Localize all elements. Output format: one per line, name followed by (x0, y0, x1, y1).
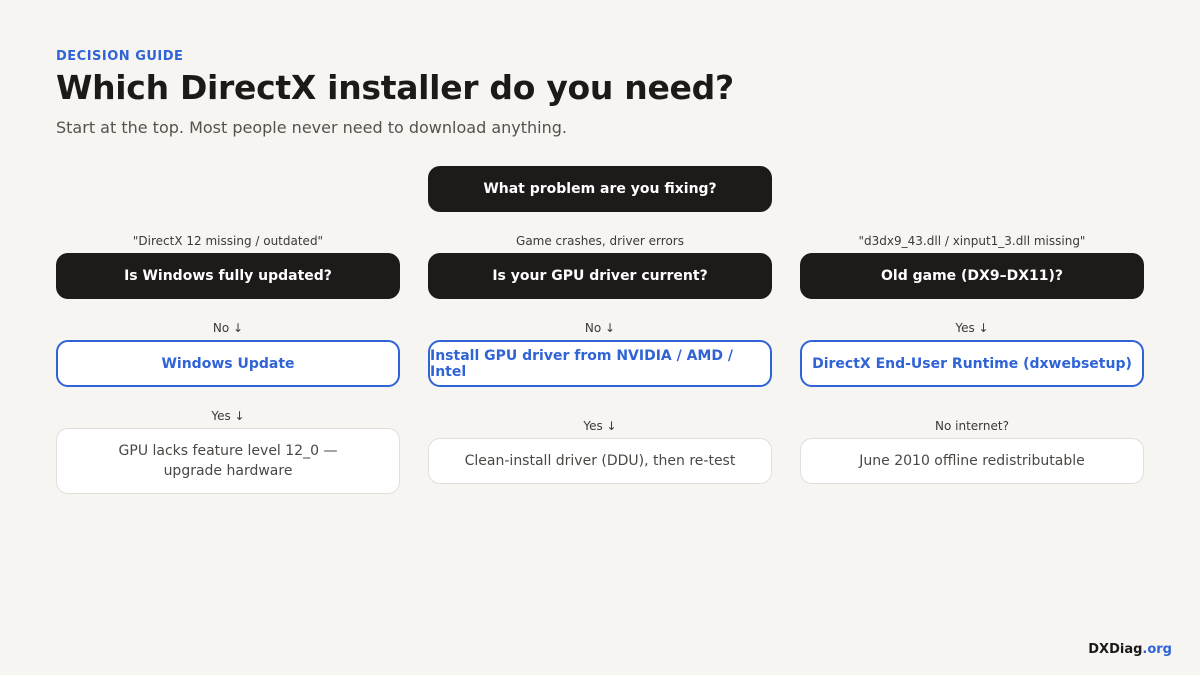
question-node-windows-updated: Is Windows fully updated? (56, 253, 400, 299)
outcome-upgrade-hardware: GPU lacks feature level 12_0 — upgrade h… (56, 428, 400, 494)
edge-label-no: No ↓ (212, 321, 244, 335)
outcome-offline-redistributable: June 2010 offline redistributable (800, 438, 1144, 484)
action-label: Windows Update (161, 355, 295, 372)
brand-tld: .org (1142, 642, 1172, 657)
page-subtitle: Start at the top. Most people never need… (56, 118, 567, 137)
edge-label-yes: Yes ↓ (211, 409, 245, 423)
edge-label-no: No ↓ (584, 321, 616, 335)
branch-trigger-label: Game crashes, driver errors (516, 234, 684, 248)
outcome-label: June 2010 offline redistributable (859, 453, 1085, 469)
question-label: Is your GPU driver current? (492, 268, 708, 284)
edge-label-no-internet: No internet? (935, 419, 1009, 433)
question-node-gpu-driver-current: Is your GPU driver current? (428, 253, 772, 299)
page-title: Which DirectX installer do you need? (56, 68, 734, 107)
action-directx-runtime[interactable]: DirectX End-User Runtime (dxwebsetup) (800, 340, 1144, 387)
branch-column-gpu-driver: Game crashes, driver errors Is your GPU … (428, 232, 772, 484)
branch-column-windows: "DirectX 12 missing / outdated" Is Windo… (56, 232, 400, 494)
brand-name: DXDiag (1088, 642, 1143, 657)
eyebrow-label: DECISION GUIDE (56, 49, 184, 64)
branch-trigger-label: "DirectX 12 missing / outdated" (132, 234, 324, 248)
brand-logo: DXDiag.org (1088, 642, 1172, 657)
action-install-gpu-driver[interactable]: Install GPU driver from NVIDIA / AMD / I… (428, 340, 772, 387)
question-label: Old game (DX9–DX11)? (881, 268, 1063, 284)
branch-column-old-game: "d3dx9_43.dll / xinput1_3.dll missing" O… (800, 232, 1144, 484)
outcome-label: Clean-install driver (DDU), then re-test (464, 453, 736, 469)
action-label: DirectX End-User Runtime (dxwebsetup) (812, 355, 1132, 372)
root-question-label: What problem are you fixing? (483, 181, 717, 197)
edge-label-yes: Yes ↓ (955, 321, 989, 335)
edge-label-yes: Yes ↓ (583, 419, 617, 433)
root-question-node: What problem are you fixing? (428, 166, 772, 212)
branch-trigger-label: "d3dx9_43.dll / xinput1_3.dll missing" (858, 234, 1086, 248)
action-label: Install GPU driver from NVIDIA / AMD / I… (430, 347, 733, 380)
question-node-old-game: Old game (DX9–DX11)? (800, 253, 1144, 299)
action-windows-update[interactable]: Windows Update (56, 340, 400, 387)
outcome-label: GPU lacks feature level 12_0 — upgrade h… (118, 443, 338, 479)
outcome-clean-install-driver: Clean-install driver (DDU), then re-test (428, 438, 772, 484)
question-label: Is Windows fully updated? (124, 268, 332, 284)
